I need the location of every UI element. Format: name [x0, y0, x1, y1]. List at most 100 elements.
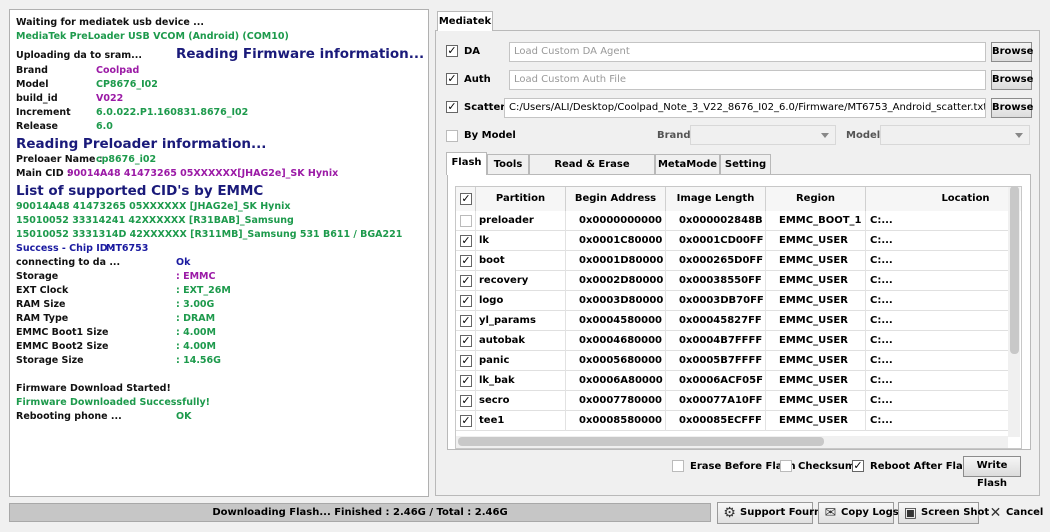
model-select[interactable]: [880, 125, 1030, 145]
begin-address-cell: 0x0001C80000: [566, 231, 666, 251]
log-line: connecting to da ...: [16, 257, 121, 268]
scatter-checkbox[interactable]: ✓: [446, 101, 458, 113]
log-line: 90014A48 41473265 05XXXXXX [JHAG2e]_SK H…: [16, 201, 291, 212]
select-all-cell[interactable]: ✓: [456, 187, 476, 211]
table-row[interactable]: ✓ panic 0x0005680000 0x0005B7FFFF EMMC_USER C…: [456, 351, 1016, 371]
write-flash-button[interactable]: Write Flash: [963, 456, 1021, 489]
region-cell: EMMC_USER: [766, 311, 866, 331]
tab-mediatek[interactable]: Mediatek: [437, 11, 493, 31]
da-label: DA: [464, 46, 481, 57]
table-row[interactable]: ✓ autobak 0x0004680000 0x0004B7FFFF EMMC_USE…: [456, 331, 1016, 351]
image-length-cell: 0x00077A10FF: [666, 391, 766, 411]
begin-address-cell: 0x0004580000: [566, 311, 666, 331]
log-line: EXT Clock: [16, 285, 69, 296]
location-cell: C:...: [866, 291, 1021, 311]
table-row[interactable]: ✓ recovery 0x0002D80000 0x00038550FF EMMC_US…: [456, 271, 1016, 291]
reboot-after-flash-label: Reboot After Flash: [870, 461, 976, 472]
table-row[interactable]: ✓ tee1 0x0008580000 0x00085ECFFF EMMC_USER C:…: [456, 411, 1016, 431]
checkbox-cell[interactable]: ✓: [456, 331, 476, 351]
checkbox-cell[interactable]: [456, 211, 476, 231]
checkbox-cell[interactable]: ✓: [456, 311, 476, 331]
log-value: CP8676_I02: [96, 79, 158, 90]
checkbox-cell[interactable]: ✓: [456, 231, 476, 251]
begin-address-cell: 0x0000000000: [566, 211, 666, 231]
tab-flash[interactable]: Flash: [446, 152, 487, 175]
vertical-scroll-thumb[interactable]: [1010, 186, 1019, 354]
checksum-label: Checksum: [798, 461, 856, 472]
row-checkbox[interactable]: ✓: [460, 255, 472, 267]
checkbox-cell[interactable]: ✓: [456, 351, 476, 371]
checksum-checkbox[interactable]: [780, 460, 792, 472]
partition-cell: recovery: [476, 271, 566, 291]
header-partition[interactable]: Partition: [476, 187, 566, 211]
support-forum-button[interactable]: ⚙ Support Fourm: [717, 502, 824, 524]
table-row[interactable]: ✓ logo 0x0003D80000 0x0003DB70FF EMMC_USER C:…: [456, 291, 1016, 311]
table-row[interactable]: ✓ boot 0x0001D80000 0x000265D0FF EMMC_USER C:…: [456, 251, 1016, 271]
begin-address-cell: 0x0006A80000: [566, 371, 666, 391]
checkbox-cell[interactable]: ✓: [456, 251, 476, 271]
row-checkbox[interactable]: ✓: [460, 395, 472, 407]
row-checkbox[interactable]: ✓: [460, 275, 472, 287]
location-cell: C:...: [866, 411, 1021, 431]
horizontal-scroll-thumb[interactable]: [458, 437, 824, 446]
row-checkbox[interactable]: ✓: [460, 355, 472, 367]
row-checkbox[interactable]: ✓: [460, 335, 472, 347]
brand-label: Brand: [657, 130, 691, 141]
partition-cell: panic: [476, 351, 566, 371]
select-all-checkbox[interactable]: ✓: [460, 193, 472, 205]
checkbox-cell[interactable]: ✓: [456, 391, 476, 411]
header-begin-address[interactable]: Begin Address: [566, 187, 666, 211]
row-checkbox[interactable]: ✓: [460, 235, 472, 247]
screen-shot-button[interactable]: ▣ Screen Shot: [898, 502, 989, 524]
log-line: MediaTek PreLoader USB VCOM (Android) (C…: [16, 31, 289, 42]
table-row[interactable]: ✓ secro 0x0007780000 0x00077A10FF EMMC_USER C…: [456, 391, 1016, 411]
row-checkbox[interactable]: ✓: [460, 295, 472, 307]
scatter-input[interactable]: C:/Users/ALI/Desktop/Coolpad_Note_3_V22_…: [504, 98, 986, 118]
row-checkbox[interactable]: ✓: [460, 415, 472, 427]
tab-setting[interactable]: Setting: [720, 154, 771, 174]
by-model-checkbox[interactable]: [446, 130, 458, 142]
auth-checkbox[interactable]: ✓: [446, 73, 458, 85]
partition-cell: preloader: [476, 211, 566, 231]
copy-logs-button[interactable]: ✉ Copy Logs: [818, 502, 899, 524]
tab-read-erase[interactable]: Read & Erase Operation: [529, 154, 655, 189]
scatter-browse-button[interactable]: Browse: [991, 98, 1033, 118]
da-checkbox[interactable]: ✓: [446, 45, 458, 57]
region-cell: EMMC_BOOT_1: [766, 211, 866, 231]
auth-browse-button[interactable]: Browse: [991, 70, 1033, 90]
checkbox-cell[interactable]: ✓: [456, 411, 476, 431]
header-location[interactable]: Location: [866, 187, 1021, 211]
log-value: : DRAM: [176, 313, 216, 324]
location-cell: C:...: [866, 391, 1021, 411]
checkbox-cell[interactable]: ✓: [456, 371, 476, 391]
auth-input[interactable]: Load Custom Auth File: [509, 70, 986, 90]
checkbox-cell[interactable]: ✓: [456, 291, 476, 311]
erase-before-flash-checkbox[interactable]: [672, 460, 684, 472]
begin-address-cell: 0x0004680000: [566, 331, 666, 351]
log-value: : 3.00G: [176, 299, 215, 310]
table-row[interactable]: ✓ lk_bak 0x0006A80000 0x0006ACF05F EMMC_USER…: [456, 371, 1016, 391]
tab-metamode[interactable]: MetaMode: [655, 154, 720, 174]
da-browse-button[interactable]: Browse: [991, 42, 1033, 62]
checkbox-cell[interactable]: ✓: [456, 271, 476, 291]
table-row[interactable]: ✓ yl_params 0x0004580000 0x00045827FF EMMC_U…: [456, 311, 1016, 331]
brand-select[interactable]: [690, 125, 836, 145]
log-line: Rebooting phone ...: [16, 411, 122, 422]
reboot-after-flash-checkbox[interactable]: ✓: [852, 460, 864, 472]
log-line: Main CID :: [16, 168, 71, 179]
log-line: EMMC Boot1 Size: [16, 327, 109, 338]
by-model-label: By Model: [464, 130, 516, 141]
table-row[interactable]: preloader 0x0000000000 0x000002848B EMMC_BO…: [456, 211, 1016, 231]
table-row[interactable]: ✓ lk 0x0001C80000 0x0001CD00FF EMMC_USER C:..…: [456, 231, 1016, 251]
row-checkbox[interactable]: ✓: [460, 375, 472, 387]
da-input[interactable]: Load Custom DA Agent: [509, 42, 986, 62]
location-cell: C:...: [866, 211, 1021, 231]
cancel-button[interactable]: ✕ Cancel: [983, 502, 1044, 524]
row-checkbox[interactable]: [460, 215, 472, 227]
header-region[interactable]: Region: [766, 187, 866, 211]
row-checkbox[interactable]: ✓: [460, 315, 472, 327]
log-line: Brand: [16, 65, 48, 76]
header-image-length[interactable]: Image Length: [666, 187, 766, 211]
tab-tools[interactable]: Tools: [487, 154, 529, 174]
log-line: Model: [16, 79, 49, 90]
